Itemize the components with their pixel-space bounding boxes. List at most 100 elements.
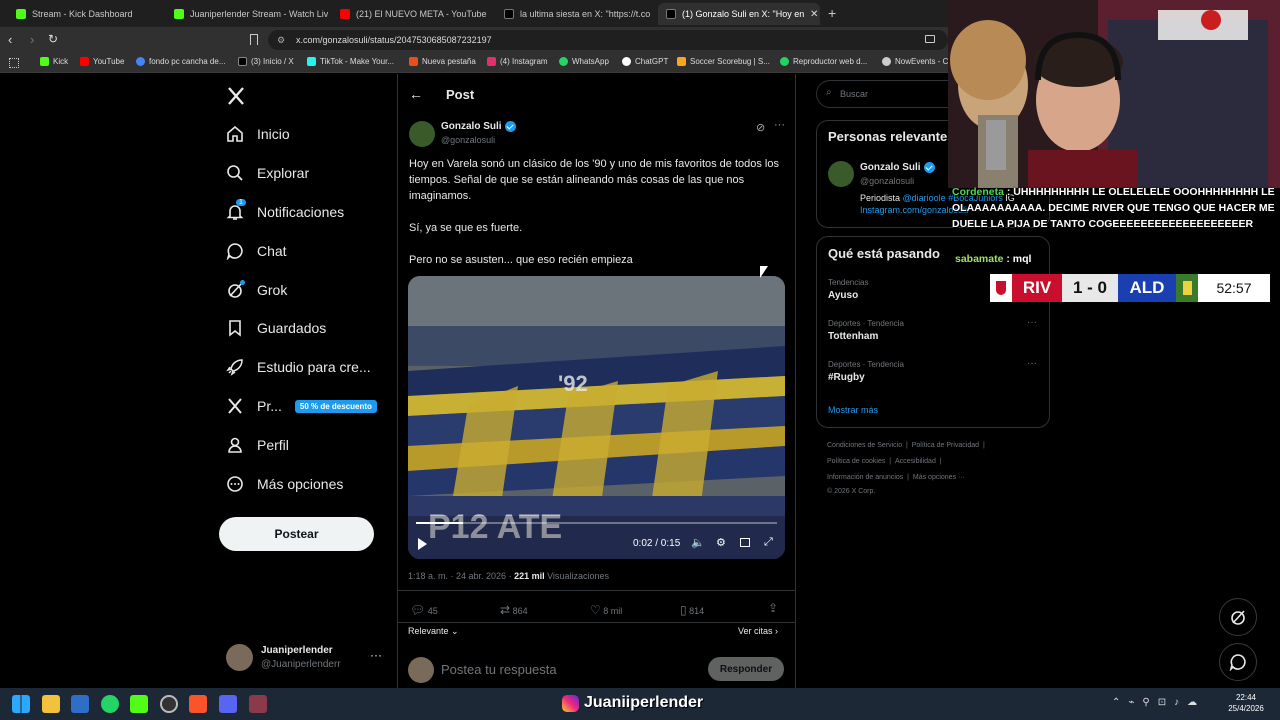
nav-estudio[interactable]: Estudio para cre... xyxy=(226,355,371,379)
volume-icon[interactable]: 🔈 xyxy=(691,536,705,549)
relevant-name[interactable]: Gonzalo Suli xyxy=(860,162,935,173)
nav-perfil[interactable]: Perfil xyxy=(226,433,289,457)
bookmark-item[interactable]: YouTube xyxy=(80,57,124,66)
more-icon[interactable]: ··· xyxy=(1027,358,1037,369)
footer-link[interactable]: Condiciones de Servicio xyxy=(827,442,902,449)
show-more-link[interactable]: Mostrar más xyxy=(828,405,878,415)
nav-grok[interactable]: Grok xyxy=(226,278,287,302)
nav-guardados[interactable]: Guardados xyxy=(226,316,326,340)
more-icon[interactable]: ··· xyxy=(370,648,382,662)
file-explorer-icon[interactable] xyxy=(42,695,60,713)
more-icon[interactable]: ··· xyxy=(1027,317,1037,328)
grok-fab[interactable] xyxy=(1219,598,1257,636)
trend-item[interactable]: Deportes · Tendencia #Rugby xyxy=(828,360,1038,383)
x-logo-icon[interactable] xyxy=(226,86,246,106)
author-name[interactable]: Gonzalo Suli xyxy=(441,121,516,132)
footer-link[interactable]: Política de Privacidad xyxy=(912,442,979,449)
notification-badge: 1 xyxy=(236,199,246,206)
nav-explorar[interactable]: Explorar xyxy=(226,161,309,185)
more-icon[interactable]: ··· xyxy=(774,119,785,131)
reply-button[interactable]: Responder xyxy=(708,657,784,681)
score: 1 - 0 xyxy=(1062,274,1118,302)
bookmark-item[interactable]: Nueva pestaña xyxy=(409,57,476,66)
trend-item[interactable]: Deportes · Tendencia Tottenham xyxy=(828,319,1038,342)
play-icon[interactable] xyxy=(418,538,427,550)
browser-tab[interactable]: (21) El NUEVO META - YouTube xyxy=(336,3,494,25)
bookmark-item[interactable]: Soccer Scorebug | S... xyxy=(677,57,770,66)
app-icon[interactable] xyxy=(249,695,267,713)
grok-icon[interactable]: ⊘ xyxy=(756,121,765,134)
footer-link[interactable]: Accesibilidad xyxy=(895,458,936,465)
bookmark-star-icon[interactable] xyxy=(250,34,258,45)
browser-tab[interactable]: Stream - Kick Dashboard xyxy=(12,3,162,25)
footer-links: Política de cookies | Accesibilidad | xyxy=(827,458,942,465)
brave-icon[interactable] xyxy=(189,695,207,713)
new-tab-icon[interactable]: + xyxy=(828,5,836,21)
bookmark-item[interactable]: WhatsApp xyxy=(559,57,609,66)
cast-icon[interactable] xyxy=(925,35,935,43)
fullscreen-icon[interactable]: ⤢ xyxy=(764,536,773,549)
back-icon[interactable]: ‹ xyxy=(8,32,12,47)
reply-input[interactable]: Postea tu respuesta xyxy=(441,662,557,677)
chat-message: Cordeneta : UHHHHHHHHH LE OLELELELE OOOH… xyxy=(952,186,1275,230)
system-tray[interactable]: ⌃⌁⚲⊡♪☁ xyxy=(1112,697,1205,708)
sort-dropdown[interactable]: Relevante ⌄ xyxy=(408,626,459,637)
pip-icon[interactable] xyxy=(740,538,750,547)
bookmark-item[interactable]: (4) Instagram xyxy=(487,57,548,66)
nav-mas-opciones[interactable]: Más opciones xyxy=(226,472,343,496)
stream-watermark: Juaniiperlender xyxy=(562,694,703,712)
settings-icon[interactable]: ⚙ xyxy=(716,536,726,549)
account-switcher[interactable]: Juaniperlender @Juaniperlenderr ··· xyxy=(226,644,386,672)
reload-icon[interactable]: ↻ xyxy=(48,32,58,46)
repost-action[interactable]: ⇄ 864 xyxy=(500,603,528,617)
browser-tab-active[interactable]: (1) Gonzalo Suli en X: "Hoy en Va ✕ xyxy=(658,3,820,25)
share-icon[interactable]: ⇪ xyxy=(768,601,778,615)
bookmark-icon xyxy=(226,319,244,337)
kick-icon[interactable] xyxy=(130,695,148,713)
close-tab-icon[interactable]: ✕ xyxy=(810,9,818,20)
view-quotes-link[interactable]: Ver citas › xyxy=(738,626,778,636)
author-avatar[interactable] xyxy=(409,121,435,147)
bookmark-item[interactable]: TikTok - Make Your... xyxy=(307,57,394,66)
bookmark-item[interactable]: ChatGPT xyxy=(622,57,668,66)
obs-icon[interactable] xyxy=(160,695,178,713)
whatsapp-icon[interactable] xyxy=(101,695,119,713)
relevant-avatar[interactable] xyxy=(828,161,854,187)
bookmark-item[interactable]: Kick xyxy=(40,57,68,66)
clock[interactable]: 22:44 25/4/2026 xyxy=(1222,692,1270,714)
bookmark-item[interactable]: NowEvents - C xyxy=(882,57,948,66)
reply-action[interactable]: 💬︎ 45 xyxy=(410,603,438,617)
bookmark-item[interactable]: Reproductor web d... xyxy=(780,57,867,66)
bookmark-item[interactable]: (3) Inicio / X xyxy=(238,57,294,66)
post-paragraph: Pero no se asusten... que eso recién emp… xyxy=(409,254,633,266)
relevant-handle: @gonzalosuli xyxy=(860,176,915,186)
bookmark-action[interactable]: ▯ 814 xyxy=(680,603,704,617)
app-icon[interactable] xyxy=(71,695,89,713)
footer-link[interactable]: Más opciones ··· xyxy=(913,474,965,481)
nav-chat[interactable]: Chat xyxy=(226,239,287,263)
video-progress-track[interactable] xyxy=(416,522,777,524)
bookmark-item[interactable]: fondo pc cancha de... xyxy=(136,57,226,66)
page-title: Post xyxy=(446,87,475,102)
back-arrow-icon[interactable]: ← xyxy=(409,86,423,102)
clock-date: 25/4/2026 xyxy=(1228,704,1264,713)
url-field[interactable]: ⚙ x.com/gonzalosuli/status/2047530685087… xyxy=(268,30,948,50)
browser-tab[interactable]: la ultima siesta en X: "https://t.co xyxy=(500,3,650,25)
like-action[interactable]: ♡ 8 mil xyxy=(590,603,622,617)
nav-premium[interactable]: Pr... 50 % de descuento xyxy=(226,394,377,418)
forward-icon[interactable]: › xyxy=(30,32,34,47)
nav-inicio[interactable]: Inicio xyxy=(226,122,290,146)
post-button[interactable]: Postear xyxy=(219,517,374,551)
browser-tab[interactable]: Juaniperlender Stream - Watch Live o xyxy=(170,3,328,25)
footer-link[interactable]: Información de anuncios xyxy=(827,474,903,481)
post-text: Hoy en Varela sonó un clásico de los '90… xyxy=(409,156,789,268)
messages-fab[interactable] xyxy=(1219,643,1257,681)
x-logo-icon xyxy=(504,9,514,19)
discord-icon[interactable] xyxy=(219,695,237,713)
apps-icon[interactable] xyxy=(9,58,19,68)
footer-link[interactable]: Política de cookies xyxy=(827,458,885,465)
site-info-icon[interactable]: ⚙ xyxy=(277,30,285,50)
nav-notificaciones[interactable]: 1 Notificaciones xyxy=(226,199,344,224)
windows-start-icon[interactable] xyxy=(12,695,30,713)
video-player[interactable]: P12 ATE '92 0:02 / 0:15 🔈 ⚙ ⤢ xyxy=(408,276,785,559)
